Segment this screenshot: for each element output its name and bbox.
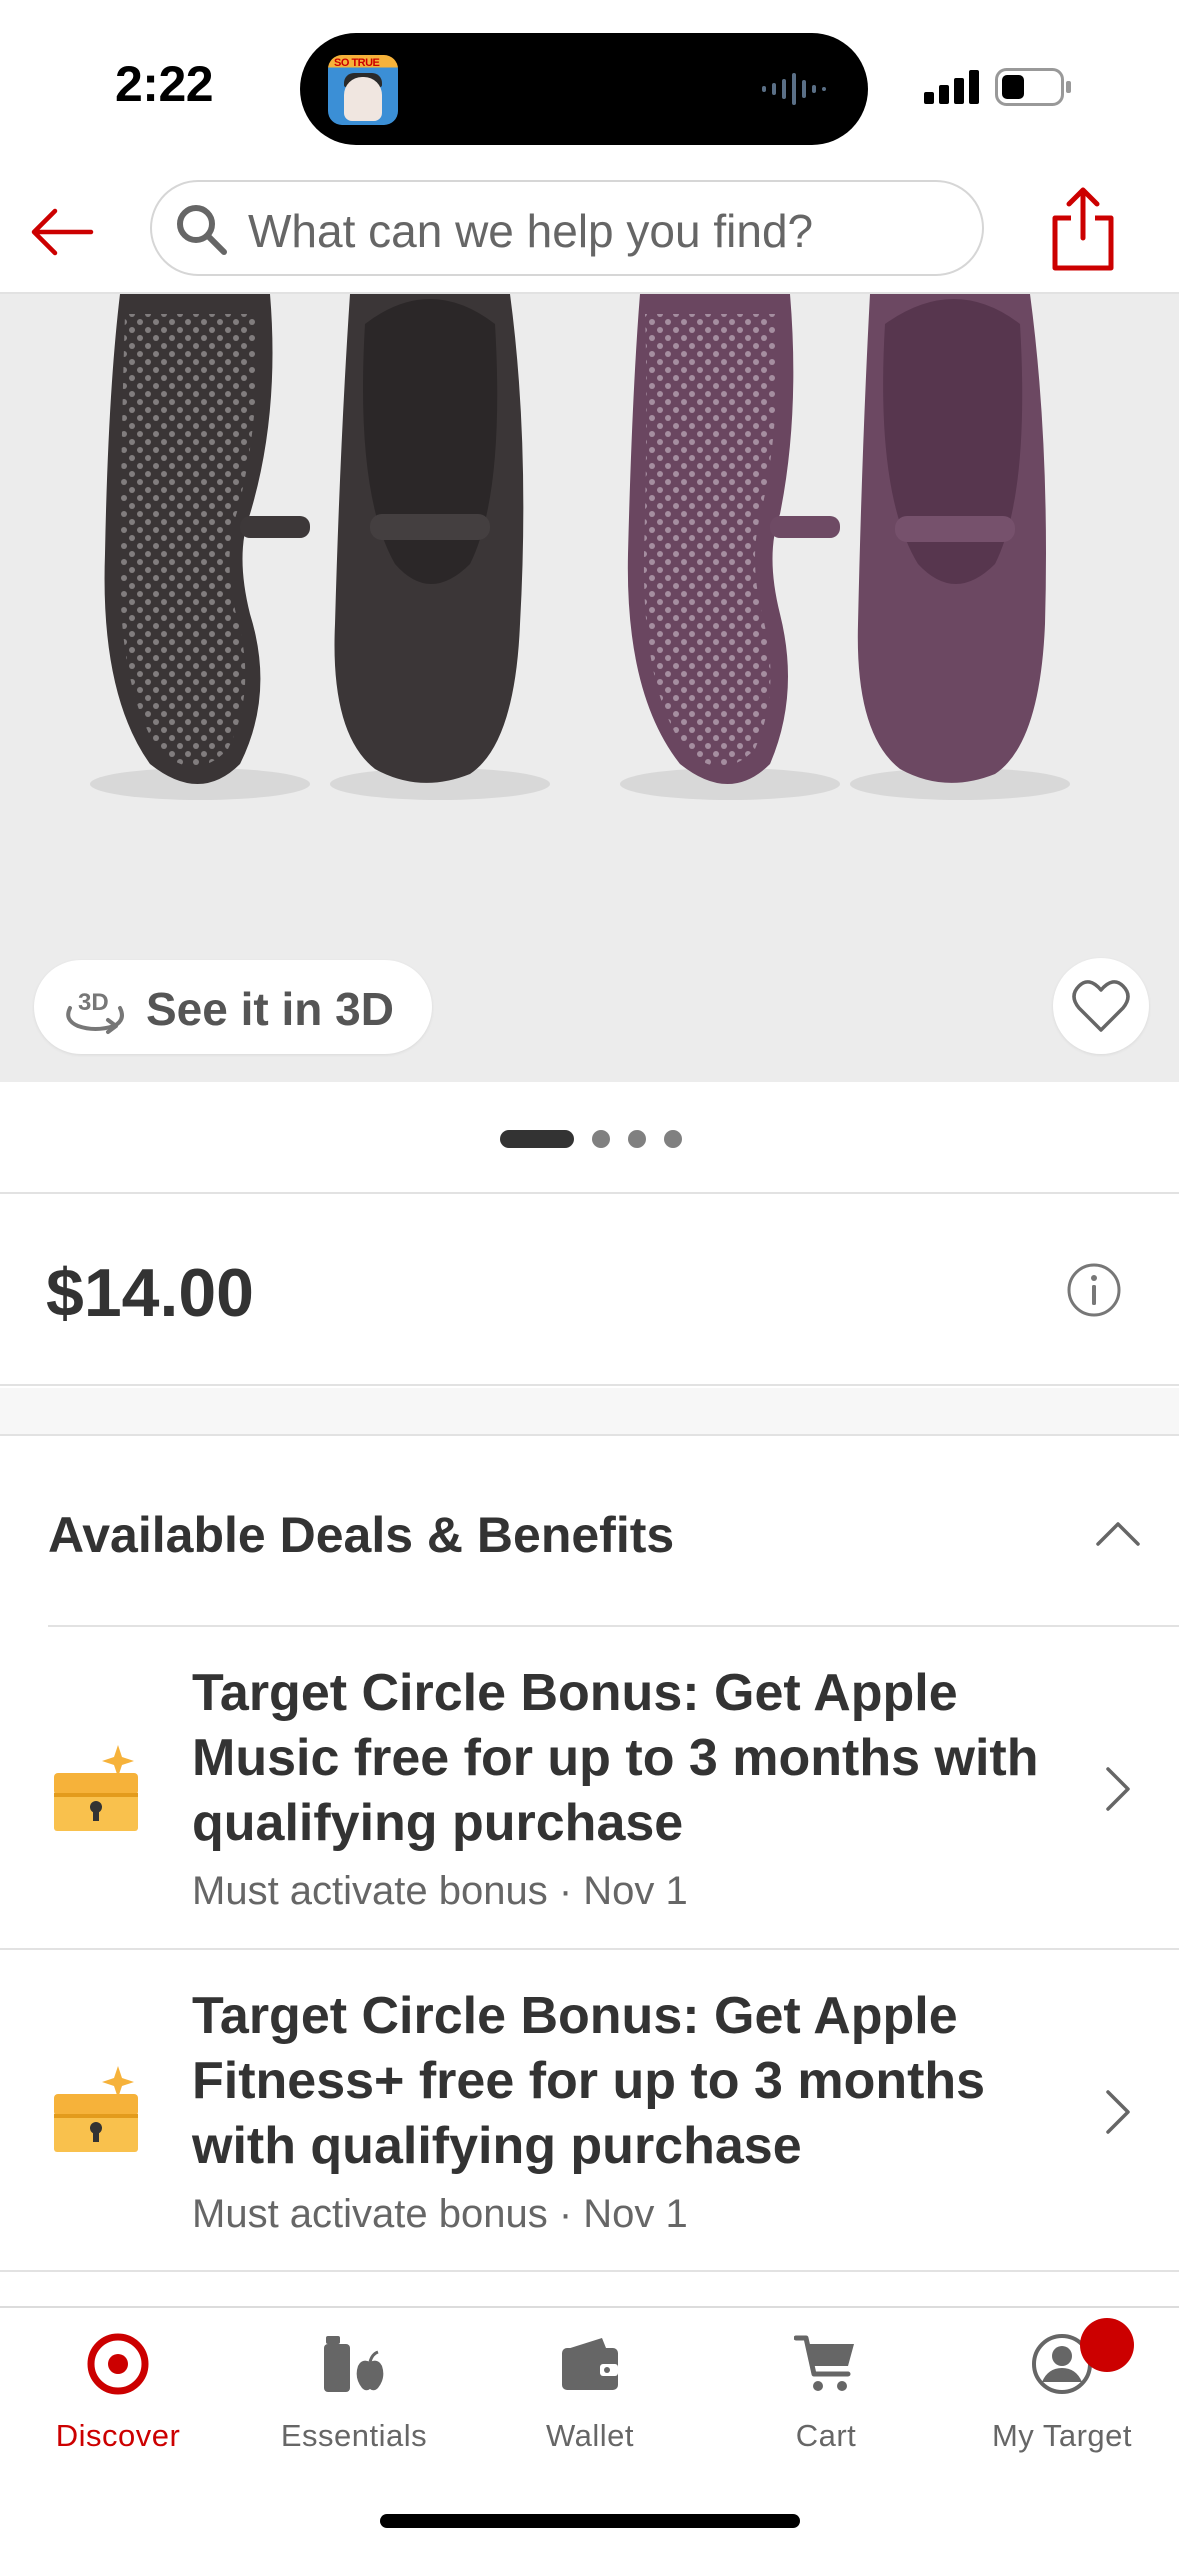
battery-icon — [995, 68, 1071, 106]
live-activity-app-icon[interactable]: SO TRUE — [328, 55, 398, 125]
pager-dot[interactable] — [592, 1130, 610, 1148]
product-price: $14.00 — [46, 1255, 254, 1331]
deal-title: Target Circle Bonus: Get Apple Fitness+ … — [192, 1987, 986, 2175]
essentials-icon — [324, 2336, 384, 2392]
pager-dot[interactable] — [664, 1130, 682, 1148]
deal-item[interactable]: Target Circle Bonus: Get Apple Music fre… — [0, 1627, 1179, 1949]
status-time: 2:22 — [115, 56, 214, 112]
share-button[interactable] — [1045, 184, 1121, 274]
tab-discover[interactable]: Discover — [0, 2308, 236, 2478]
cellular-signal-icon — [924, 70, 979, 104]
heart-icon — [1072, 980, 1130, 1032]
back-arrow-icon — [31, 208, 94, 256]
share-icon — [1052, 187, 1114, 271]
treasure-chest-icon — [54, 2066, 138, 2152]
chevron-right-icon — [1106, 1767, 1130, 1811]
pager-dot-active[interactable] — [500, 1130, 574, 1148]
cart-icon — [794, 2335, 854, 2391]
audio-wave-icon — [762, 73, 826, 105]
see-in-3d-label: See it in 3D — [146, 983, 394, 1035]
tab-label: Cart — [795, 2418, 857, 2453]
info-icon[interactable] — [1066, 1262, 1122, 1318]
tab-essentials[interactable]: Essentials — [236, 2308, 472, 2478]
tab-label: Essentials — [280, 2418, 428, 2453]
divider — [0, 2270, 1179, 2272]
svg-text:3D: 3D — [78, 989, 109, 1016]
favorite-button[interactable] — [1053, 958, 1149, 1054]
treasure-chest-icon — [54, 1745, 138, 1831]
wallet-icon — [562, 2338, 618, 2390]
app-icon-tag: SO TRUE — [334, 57, 380, 69]
pager-dot[interactable] — [628, 1130, 646, 1148]
top-navigation: What can we help you find? — [0, 170, 1179, 294]
search-input[interactable]: What can we help you find? — [150, 180, 984, 276]
search-icon — [177, 205, 227, 255]
deal-subtitle: Must activate bonus · Nov 1 — [192, 2192, 688, 2236]
3d-view-icon: 3D — [66, 989, 124, 1034]
deal-item[interactable]: Target Circle Bonus: Get Apple Fitness+ … — [0, 1950, 1179, 2272]
deal-subtitle: Must activate bonus · Nov 1 — [192, 1869, 688, 1913]
price-section: $14.00 — [0, 1196, 1179, 1386]
carousel-pager — [0, 1082, 1179, 1194]
deals-header[interactable]: Available Deals & Benefits — [0, 1438, 1179, 1626]
dynamic-island[interactable]: SO TRUE — [300, 33, 868, 145]
back-button[interactable] — [22, 192, 102, 272]
tab-my-target[interactable]: My Target — [944, 2308, 1179, 2478]
tab-wallet[interactable]: Wallet — [472, 2308, 708, 2478]
deal-title: Target Circle Bonus: Get Apple Music fre… — [192, 1664, 1039, 1852]
target-logo-icon — [87, 2333, 149, 2395]
search-placeholder: What can we help you find? — [248, 205, 814, 257]
see-in-3d-button[interactable]: 3D See it in 3D — [34, 960, 432, 1054]
home-indicator[interactable] — [380, 2514, 800, 2528]
chevron-right-icon — [1106, 2090, 1130, 2134]
status-bar: 2:22 SO TRUE — [0, 0, 1179, 170]
tab-cart[interactable]: Cart — [708, 2308, 944, 2478]
product-image-carousel[interactable]: 3D See it in 3D — [0, 294, 1179, 1082]
tab-label: My Target — [991, 2418, 1133, 2453]
tab-label: Wallet — [546, 2418, 634, 2453]
section-gap — [0, 1388, 1179, 1436]
tab-label: Discover — [55, 2418, 181, 2453]
chevron-up-icon[interactable] — [1094, 1514, 1142, 1554]
notification-badge — [1080, 2318, 1134, 2372]
deals-title: Available Deals & Benefits — [48, 1507, 675, 1563]
